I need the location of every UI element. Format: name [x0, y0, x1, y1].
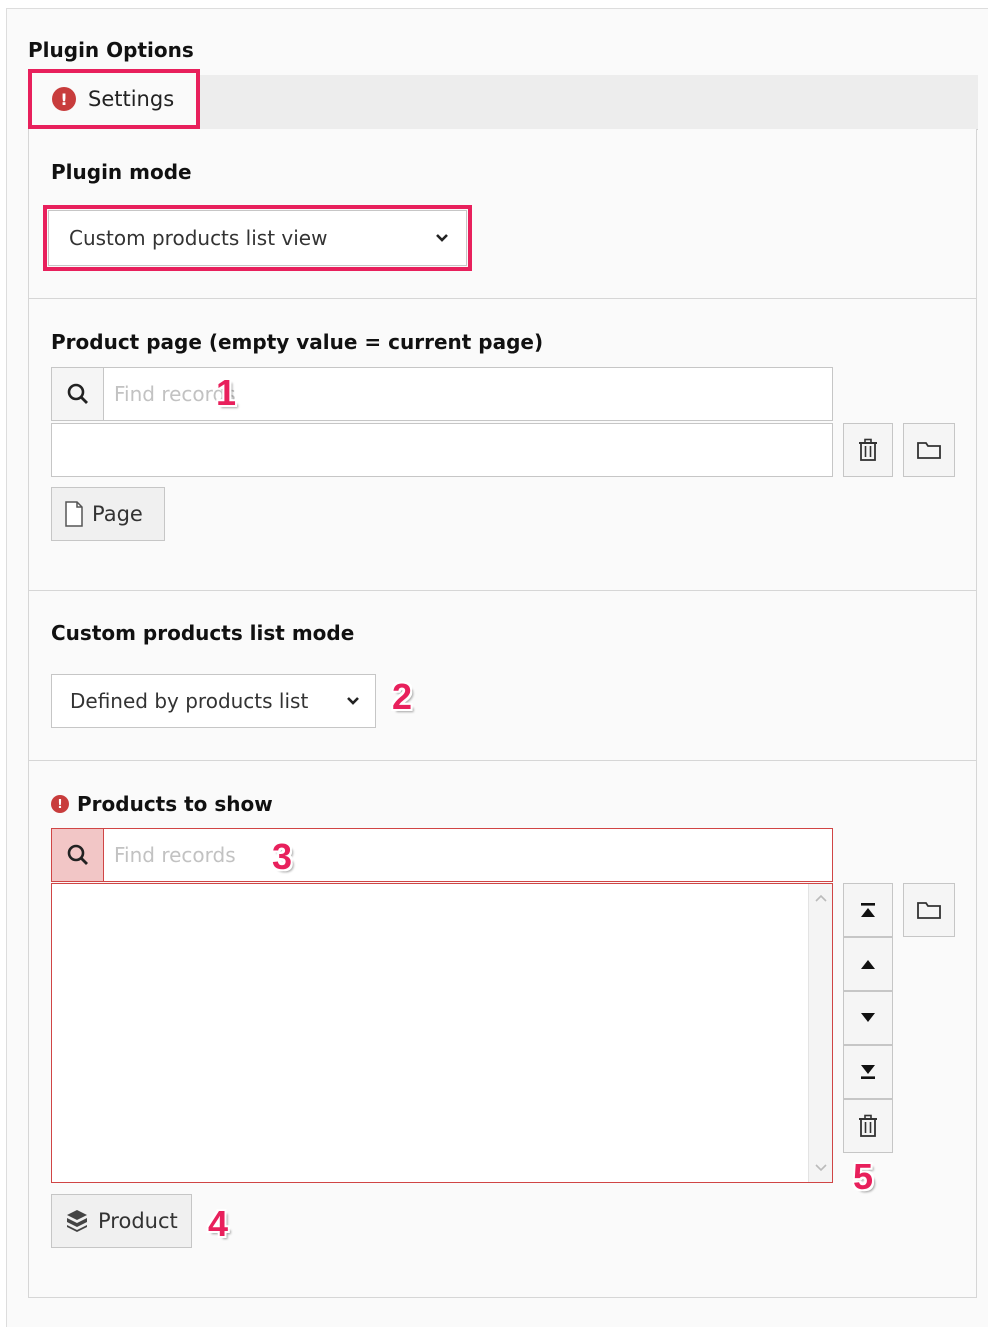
browse-button[interactable]: [903, 883, 955, 937]
products-to-show-label: Products to show: [77, 792, 273, 816]
divider: [28, 760, 977, 761]
move-up-button[interactable]: [843, 937, 893, 991]
product-button-label: Product: [98, 1209, 178, 1233]
delete-button[interactable]: [843, 1099, 893, 1153]
plugin-mode-label: Plugin mode: [51, 160, 192, 184]
chevron-down-icon: [345, 693, 361, 709]
delete-button[interactable]: [843, 423, 893, 477]
selected-page-field[interactable]: [51, 423, 833, 477]
tab-label: Settings: [88, 87, 175, 111]
arrow-up-icon: [861, 960, 875, 969]
tab-settings[interactable]: ! Settings: [28, 69, 200, 129]
order-button-group: [843, 883, 893, 1153]
annotation-4: 4: [208, 1203, 229, 1244]
search-icon: [67, 844, 88, 865]
move-down-button[interactable]: [843, 991, 893, 1045]
selected-products-list[interactable]: [51, 883, 833, 1183]
folder-icon: [917, 902, 941, 919]
list-mode-label: Custom products list mode: [51, 621, 355, 645]
scroll-down-icon[interactable]: [813, 1160, 829, 1176]
products-search: [51, 828, 833, 882]
search-button[interactable]: [52, 368, 104, 420]
move-to-bottom-button[interactable]: [843, 1045, 893, 1099]
error-icon: !: [52, 87, 76, 111]
products-to-show-header: ! Products to show: [51, 792, 273, 816]
page-icon: [65, 501, 83, 527]
list-mode-value: Defined by products list: [70, 689, 309, 713]
chevron-down-icon: [434, 230, 450, 246]
plugin-mode-value: Custom products list view: [69, 226, 328, 250]
folder-icon: [917, 442, 941, 459]
move-bottom-icon: [861, 1065, 875, 1079]
plugin-mode-select[interactable]: Custom products list view: [48, 210, 467, 266]
move-to-top-button[interactable]: [843, 883, 893, 937]
scrollbar[interactable]: [808, 884, 832, 1182]
search-icon: [67, 383, 88, 404]
annotation-2: 2: [392, 676, 413, 717]
move-top-icon: [861, 903, 875, 917]
page-button-label: Page: [92, 502, 143, 526]
scroll-up-icon[interactable]: [813, 890, 829, 906]
search-input[interactable]: [104, 368, 832, 420]
search-button[interactable]: [52, 829, 104, 881]
arrow-down-icon: [861, 1013, 875, 1022]
browse-button[interactable]: [903, 423, 955, 477]
list-mode-select[interactable]: Defined by products list: [51, 674, 376, 728]
trash-icon: [859, 1114, 877, 1137]
add-page-button[interactable]: Page: [51, 487, 165, 541]
divider: [28, 298, 977, 299]
annotation-1: 1: [216, 372, 237, 413]
annotation-5: 5: [853, 1156, 874, 1197]
product-box-icon: [67, 1210, 87, 1232]
trash-icon: [859, 438, 877, 461]
product-page-search: [51, 367, 833, 421]
divider: [28, 590, 977, 591]
error-icon: !: [51, 795, 69, 813]
search-input[interactable]: [104, 829, 832, 881]
add-product-button[interactable]: Product: [51, 1194, 192, 1248]
product-page-label: Product page (empty value = current page…: [51, 330, 544, 354]
annotation-3: 3: [272, 836, 293, 877]
section-title: Plugin Options: [28, 38, 194, 62]
